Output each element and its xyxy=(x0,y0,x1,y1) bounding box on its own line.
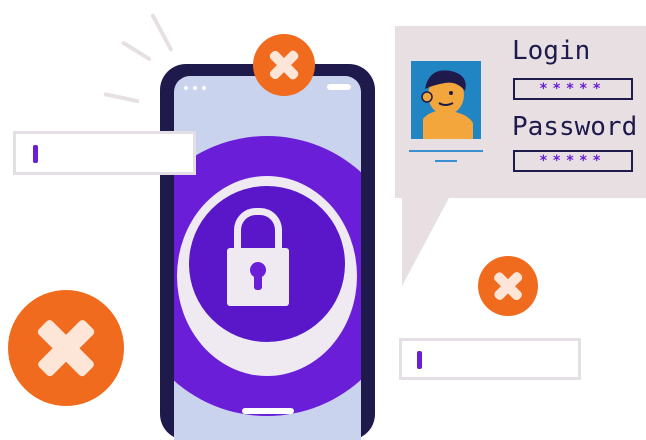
password-field[interactable]: ***** xyxy=(513,150,633,172)
lock-body xyxy=(227,248,289,306)
text-cursor xyxy=(417,351,422,369)
status-pill xyxy=(327,84,351,90)
keyhole-slot xyxy=(254,272,262,290)
close-icon[interactable] xyxy=(253,34,315,96)
text-cursor xyxy=(33,145,38,163)
avatar-caption-line xyxy=(435,160,457,162)
phone-screen xyxy=(174,76,361,440)
text-input-right[interactable] xyxy=(399,338,581,380)
login-label: Login xyxy=(512,36,591,66)
close-icon[interactable] xyxy=(8,290,124,406)
close-icon[interactable] xyxy=(478,256,538,316)
status-dots xyxy=(184,86,206,90)
home-indicator xyxy=(242,408,294,414)
decorative-ray xyxy=(120,40,152,62)
login-field[interactable]: ***** xyxy=(513,78,633,100)
phone-illustration xyxy=(160,64,375,440)
login-card: Login ***** Password ***** xyxy=(395,26,646,198)
text-input-left[interactable] xyxy=(13,131,196,175)
user-avatar-icon xyxy=(411,61,481,139)
password-label: Password xyxy=(512,112,638,142)
decorative-ray xyxy=(150,13,174,53)
decorative-ray xyxy=(103,92,140,104)
speech-bubble-tail xyxy=(402,196,450,286)
avatar-caption-line xyxy=(409,150,483,152)
